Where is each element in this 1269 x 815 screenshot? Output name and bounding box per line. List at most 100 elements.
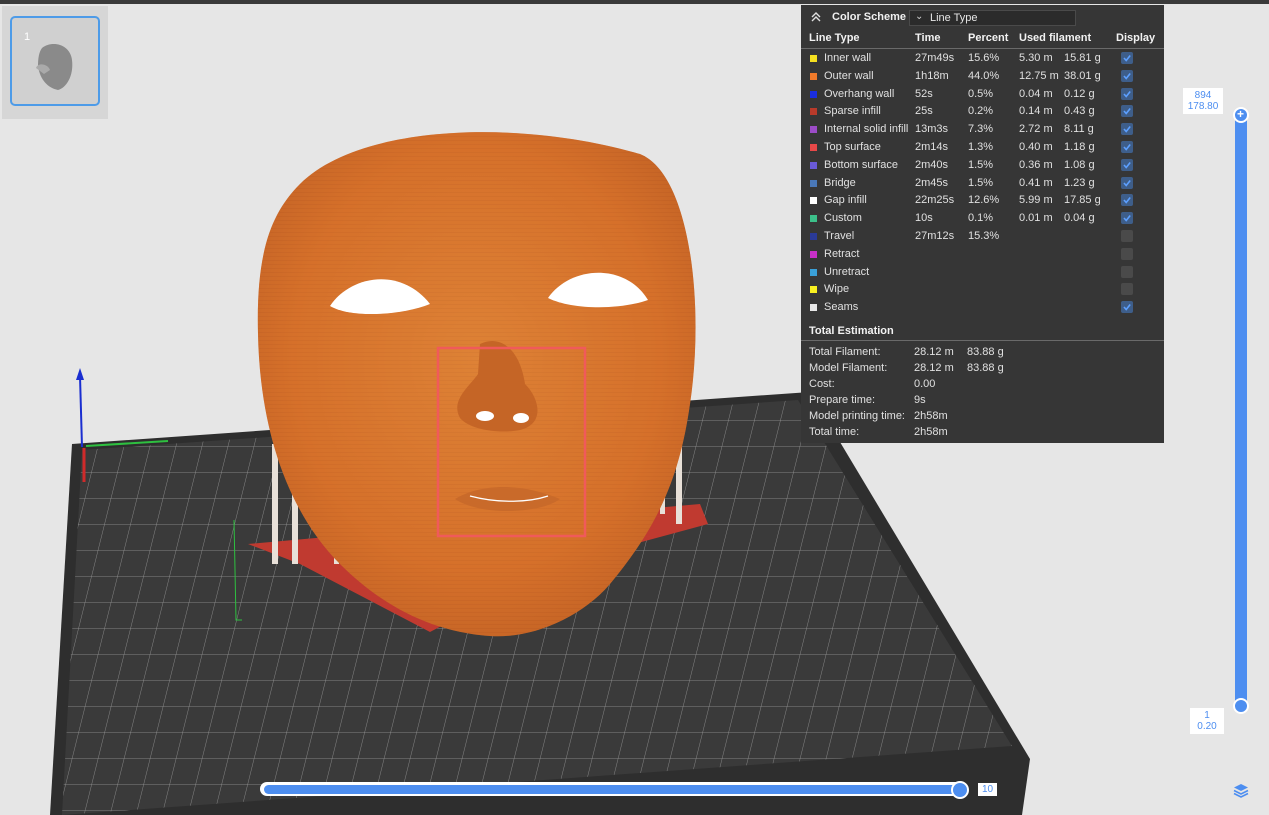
total-value-2: 83.88 g	[967, 346, 1004, 358]
line-type-percent: 0.2%	[968, 105, 994, 118]
legend-row: Travel 27m12s 15.3%	[801, 228, 1164, 246]
totals-divider	[801, 340, 1164, 341]
legend-row: Overhang wall 52s 0.5% 0.04 m 0.12 g	[801, 86, 1164, 104]
line-type-name: Inner wall	[824, 52, 872, 64]
legend-row: Wipe	[801, 281, 1164, 299]
legend-row: Custom 10s 0.1% 0.01 m 0.04 g	[801, 210, 1164, 228]
line-type-name: Overhang wall	[824, 87, 895, 100]
display-checkbox[interactable]	[1121, 283, 1133, 296]
line-type-weight: 1.23 g	[1064, 176, 1095, 189]
line-type-weight: 15.81 g	[1064, 52, 1101, 64]
line-type-time: 13m3s	[915, 123, 949, 136]
display-checkbox[interactable]	[1121, 194, 1133, 207]
legend-row: Retract	[801, 246, 1164, 264]
legend-header: Color Scheme ⌄ Line Type	[801, 5, 1164, 31]
legend-row: Inner wall 27m49s 15.6% 5.30 m 15.81 g	[801, 50, 1164, 68]
collapse-chevrons-icon[interactable]	[809, 10, 823, 24]
line-type-swatch	[810, 90, 817, 98]
line-type-percent: 44.0%	[968, 69, 1000, 82]
display-checkbox[interactable]	[1121, 230, 1133, 242]
display-checkbox[interactable]	[1121, 105, 1133, 118]
line-type-swatch	[810, 161, 817, 169]
layers-icon[interactable]	[1233, 782, 1249, 798]
line-type-length: 0.14 m	[1019, 105, 1053, 118]
total-row: Model Filament: 28.12 m 83.88 g	[801, 360, 1164, 376]
move-slider-value: 10	[978, 783, 998, 796]
line-type-name: Retract	[824, 247, 860, 260]
line-type-name: Outer wall	[824, 69, 874, 82]
line-type-percent: 12.6%	[968, 194, 1000, 207]
total-value: 2h58m	[914, 426, 948, 438]
display-checkbox[interactable]	[1121, 141, 1133, 153]
line-type-percent: 0.5%	[968, 87, 994, 100]
line-type-name: Seams	[824, 301, 859, 314]
line-type-time: 2m45s	[915, 176, 949, 189]
line-type-length: 0.40 m	[1019, 141, 1053, 153]
display-checkbox[interactable]	[1121, 87, 1133, 100]
total-row: Prepare time: 9s	[801, 392, 1164, 408]
line-type-percent: 1.3%	[968, 141, 994, 153]
total-label: Prepare time:	[809, 394, 876, 406]
total-row: Model printing time: 2h58m	[801, 408, 1164, 424]
display-checkbox[interactable]	[1121, 52, 1133, 64]
line-type-time: 25s	[915, 105, 933, 118]
total-value: 9s	[914, 394, 926, 406]
total-label: Model printing time:	[809, 410, 905, 422]
legend-row: Bridge 2m45s 1.5% 0.41 m 1.23 g	[801, 175, 1164, 193]
total-value: 2h58m	[914, 410, 948, 422]
plate-thumbnail-panel: 1	[2, 6, 108, 119]
header-line-type: Line Type	[809, 32, 860, 44]
line-type-time: 1h18m	[915, 69, 949, 82]
legend-row: Seams	[801, 299, 1164, 317]
layer-slider-bottom-label: 1 0.20	[1190, 708, 1224, 734]
move-slider-handle[interactable]	[951, 781, 969, 799]
line-type-weight: 38.01 g	[1064, 69, 1101, 82]
legend-row: Outer wall 1h18m 44.0% 12.75 m 38.01 g	[801, 68, 1164, 86]
display-checkbox[interactable]	[1121, 301, 1133, 314]
line-type-name: Unretract	[824, 265, 870, 278]
line-type-swatch	[810, 304, 817, 312]
total-label: Model Filament:	[809, 362, 888, 374]
line-type-swatch	[810, 286, 817, 294]
bottom-layer-height: 0.20	[1197, 721, 1217, 732]
layer-slider-track[interactable]	[1235, 112, 1247, 708]
display-checkbox[interactable]	[1121, 158, 1133, 171]
line-type-name: Bridge	[824, 176, 856, 189]
layer-slider-bottom-handle[interactable]	[1233, 698, 1249, 714]
plate-thumbnail[interactable]: 1	[10, 16, 100, 106]
line-type-swatch	[810, 55, 817, 62]
total-row: Total time: 2h58m	[801, 424, 1164, 440]
display-checkbox[interactable]	[1121, 265, 1133, 278]
color-scheme-label: Color Scheme	[832, 11, 906, 23]
chevron-down-icon: ⌄	[915, 11, 924, 22]
line-type-swatch	[810, 108, 817, 116]
legend-row: Internal solid infill 13m3s 7.3% 2.72 m 8.11…	[801, 121, 1164, 139]
line-type-weight: 1.08 g	[1064, 158, 1095, 171]
line-type-name: Top surface	[824, 141, 881, 153]
display-checkbox[interactable]	[1121, 247, 1133, 260]
display-checkbox[interactable]	[1121, 212, 1133, 225]
line-type-percent: 1.5%	[968, 158, 994, 171]
header-percent: Percent	[968, 32, 1009, 44]
line-type-time: 2m14s	[915, 141, 949, 153]
total-value: 0.00	[914, 378, 936, 390]
plus-icon: +	[1237, 107, 1245, 121]
legend-row: Gap infill 22m25s 12.6% 5.99 m 17.85 g	[801, 192, 1164, 210]
top-layer-number: 894	[1194, 90, 1212, 101]
line-type-time: 22m25s	[915, 194, 955, 207]
header-display: Display	[1116, 32, 1156, 44]
display-checkbox[interactable]	[1121, 123, 1133, 136]
line-type-length: 5.99 m	[1019, 194, 1053, 207]
line-type-percent: 15.3%	[968, 230, 1000, 242]
layer-slider-top-handle[interactable]: +	[1233, 107, 1249, 123]
line-type-percent: 15.6%	[968, 52, 1000, 64]
display-checkbox[interactable]	[1121, 176, 1133, 189]
move-slider-fill	[264, 785, 964, 794]
total-value-2: 83.88 g	[967, 362, 1004, 374]
total-label: Total Filament:	[809, 346, 881, 358]
color-scheme-dropdown[interactable]: ⌄ Line Type	[909, 10, 1076, 26]
total-row: Total Filament: 28.12 m 83.88 g	[801, 344, 1164, 360]
display-checkbox[interactable]	[1121, 69, 1133, 82]
line-type-swatch	[810, 233, 817, 240]
legend-row: Top surface 2m14s 1.3% 0.40 m 1.18 g	[801, 139, 1164, 157]
